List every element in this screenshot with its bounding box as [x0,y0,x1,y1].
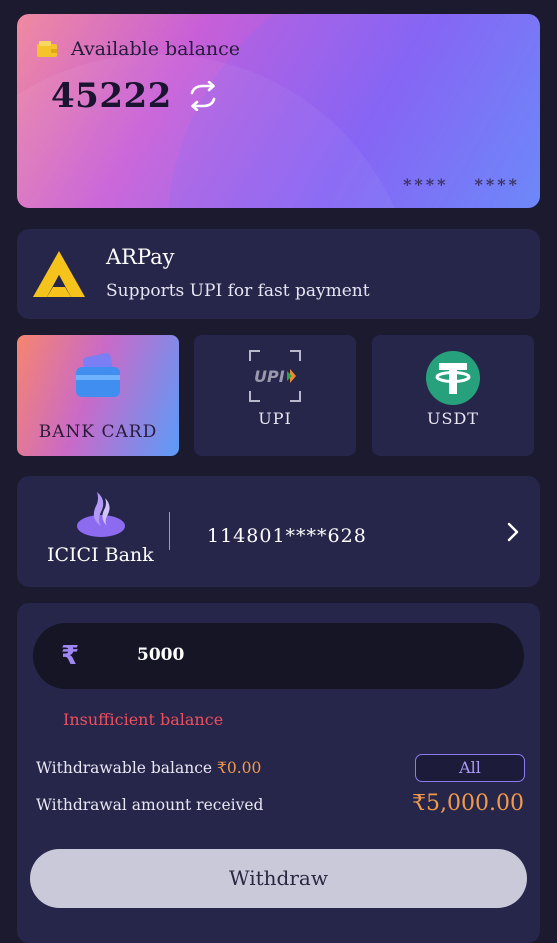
amount-input[interactable]: ₹ 5000 [33,623,524,689]
balance-header: Available balance [37,38,240,60]
all-button[interactable]: All [415,754,525,782]
bank-account-number: 114801****628 [207,525,367,547]
method-bank-card[interactable]: BANK CARD [17,335,179,456]
svg-text:UPI: UPI [254,367,285,386]
bank-name: ICICI Bank [47,544,154,566]
bank-logo-icon [77,492,125,537]
method-label: UPI [258,409,292,428]
card-mask-group: **** [403,175,449,194]
divider [169,512,170,550]
method-label: USDT [427,409,479,428]
card-number-mask: **** **** [403,175,520,194]
withdraw-button[interactable]: Withdraw [30,849,527,908]
balance-amount: 45222 [51,76,172,116]
received-value: ₹5,000.00 [412,791,524,816]
withdrawable-label: Withdrawable balance [36,759,218,777]
payment-provider-card[interactable]: ARPay Supports UPI for fast payment [17,229,540,319]
method-upi[interactable]: UPI UPI [194,335,356,456]
balance-card: Available balance 45222 **** **** [17,14,540,208]
method-usdt[interactable]: USDT [372,335,534,456]
usdt-icon [426,351,480,405]
provider-name: ARPay [106,245,175,269]
withdrawable-value: ₹0.00 [217,759,262,777]
bank-card-icon [76,353,120,397]
bank-account-selector[interactable]: ICICI Bank 114801****628 [17,476,540,587]
withdrawable-balance: Withdrawable balance ₹0.00 [36,759,261,777]
wallet-icon [37,41,57,57]
method-label: BANK CARD [38,422,158,442]
amount-value[interactable]: 5000 [137,645,184,665]
balance-label: Available balance [71,38,241,60]
card-mask-group: **** [474,175,520,194]
arpay-logo-icon [33,251,85,297]
received-label: Withdrawal amount received [36,796,264,814]
withdraw-panel: ₹ 5000 Insufficient balance Withdrawable… [17,603,540,943]
refresh-icon[interactable] [186,81,220,111]
chevron-right-icon[interactable] [506,522,520,542]
provider-subtitle: Supports UPI for fast payment [106,281,370,301]
error-message: Insufficient balance [63,710,224,729]
rupee-icon: ₹ [61,641,80,671]
balance-amount-row: 45222 [51,76,220,116]
upi-icon: UPI [249,350,301,402]
